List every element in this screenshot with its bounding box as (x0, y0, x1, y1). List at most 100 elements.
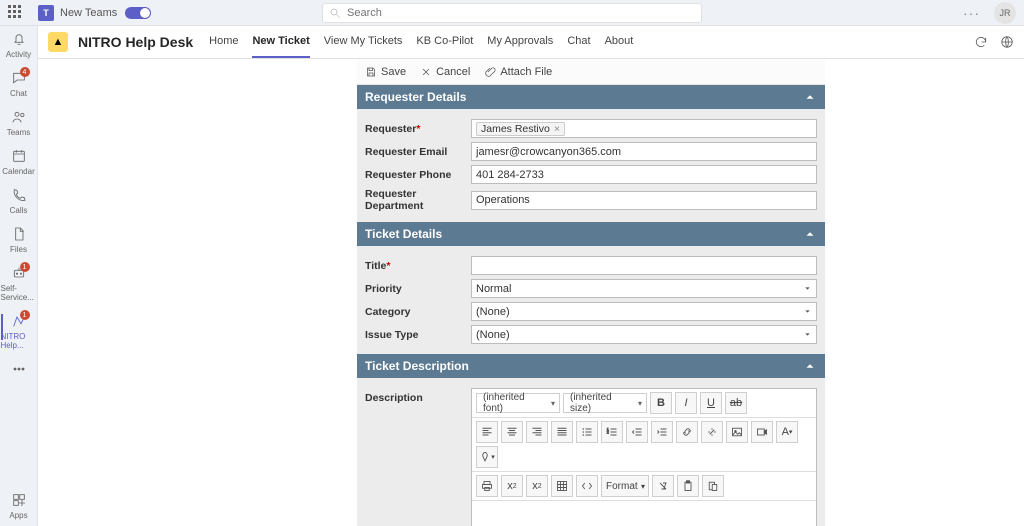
tab-about[interactable]: About (605, 26, 634, 58)
ellipsis-icon (10, 360, 28, 378)
rte-align-left[interactable] (476, 421, 498, 443)
issue-type-select[interactable]: (None) (471, 325, 817, 344)
chevron-up-icon (803, 359, 817, 373)
tab-approvals[interactable]: My Approvals (487, 26, 553, 58)
rte-numbered-list[interactable]: 12 (601, 421, 623, 443)
requester-field[interactable]: James Restivo× (471, 119, 817, 138)
cancel-button[interactable]: Cancel (420, 66, 470, 78)
requester-phone-field[interactable] (471, 165, 817, 184)
chevron-down-icon (803, 284, 812, 293)
bot-icon: 1 (10, 264, 28, 282)
rail-apps[interactable]: Apps (1, 491, 37, 520)
rte-code[interactable] (576, 475, 598, 497)
refresh-icon[interactable] (974, 35, 988, 49)
rte-outdent[interactable] (626, 421, 648, 443)
label-priority: Priority (365, 283, 471, 295)
chevron-up-icon (803, 227, 817, 241)
app-header: ▲ NITRO Help Desk Home New Ticket View M… (38, 26, 1024, 59)
more-icon[interactable]: ··· (963, 5, 980, 21)
phone-icon (10, 186, 28, 204)
search-input[interactable] (347, 7, 695, 19)
title-field[interactable] (471, 256, 817, 275)
rail-calendar[interactable]: Calendar (1, 147, 37, 176)
rte-table[interactable] (551, 475, 573, 497)
app-tabs: Home New Ticket View My Tickets KB Co-Pi… (209, 26, 633, 58)
rte-font-select[interactable]: (inherited font) (476, 393, 560, 413)
app-title: NITRO Help Desk (78, 34, 193, 50)
form-actionbar: Save Cancel Attach File (357, 59, 825, 85)
globe-icon[interactable] (1000, 35, 1014, 49)
new-teams-label: New Teams (60, 7, 117, 19)
requester-chip[interactable]: James Restivo× (476, 122, 565, 136)
requester-email-field[interactable] (471, 142, 817, 161)
svg-text:2: 2 (607, 431, 609, 435)
rail-more[interactable] (1, 360, 37, 378)
people-icon (10, 108, 28, 126)
requester-dept-field[interactable] (471, 191, 817, 210)
tab-view-tickets[interactable]: View My Tickets (324, 26, 403, 58)
rail-nitro-help[interactable]: 1 NITRO Help... (1, 312, 37, 350)
rte-image[interactable] (726, 421, 748, 443)
rte-font-color[interactable]: A▾ (776, 421, 798, 443)
chevron-up-icon (803, 90, 817, 104)
rte-superscript[interactable]: x2 (526, 475, 548, 497)
label-requester-email: Requester Email (365, 146, 471, 158)
rte-bold[interactable]: B (650, 392, 672, 414)
save-button[interactable]: Save (365, 66, 406, 78)
label-requester-dept: Requester Department (365, 188, 471, 212)
rte-link[interactable] (676, 421, 698, 443)
tab-chat[interactable]: Chat (567, 26, 590, 58)
attach-file-button[interactable]: Attach File (484, 66, 552, 78)
tab-kb-copilot[interactable]: KB Co-Pilot (416, 26, 473, 58)
rte-strike[interactable]: ab (725, 392, 747, 414)
rte-clear-format[interactable] (652, 475, 674, 497)
chevron-down-icon (803, 307, 812, 316)
rte-bullet-list[interactable] (576, 421, 598, 443)
label-issue-type: Issue Type (365, 329, 471, 341)
calendar-icon (10, 147, 28, 165)
rte-video[interactable] (751, 421, 773, 443)
ticket-form: Save Cancel Attach File Requester Detail… (357, 59, 825, 526)
chevron-down-icon (803, 330, 812, 339)
rail-calls[interactable]: Calls (1, 186, 37, 215)
file-icon (10, 225, 28, 243)
rte-align-justify[interactable] (551, 421, 573, 443)
section-ticket-description[interactable]: Ticket Description (357, 354, 825, 378)
rte-paste-plain[interactable] (702, 475, 724, 497)
rte-underline[interactable]: U (700, 392, 722, 414)
app-rail: Activity 4 Chat Teams Calendar Calls Fil… (0, 26, 38, 526)
rail-selfservice[interactable]: 1 Self-Service... (1, 264, 37, 302)
rte-italic[interactable]: I (675, 392, 697, 414)
tab-home[interactable]: Home (209, 26, 238, 58)
rail-teams[interactable]: Teams (1, 108, 37, 137)
rte-format-select[interactable]: Format (601, 475, 649, 497)
section-requester-details[interactable]: Requester Details (357, 85, 825, 109)
rte-print[interactable] (476, 475, 498, 497)
new-teams-toggle[interactable] (125, 7, 151, 19)
rail-activity[interactable]: Activity (1, 30, 37, 59)
bell-icon (10, 30, 28, 48)
rail-files[interactable]: Files (1, 225, 37, 254)
app-launcher-icon[interactable] (8, 5, 24, 21)
tab-new-ticket[interactable]: New Ticket (252, 26, 309, 58)
rte-indent[interactable] (651, 421, 673, 443)
rte-highlight[interactable]: ▾ (476, 446, 498, 468)
teams-logo-icon: T (38, 5, 54, 21)
rail-chat[interactable]: 4 Chat (1, 69, 37, 98)
chat-icon: 4 (10, 69, 28, 87)
search-icon (329, 7, 341, 19)
rte-align-center[interactable] (501, 421, 523, 443)
rte-unlink[interactable] (701, 421, 723, 443)
label-category: Category (365, 306, 471, 318)
nitro-icon: 1 (10, 312, 28, 330)
category-select[interactable]: (None) (471, 302, 817, 321)
description-textarea[interactable] (472, 501, 816, 526)
rte-subscript[interactable]: x2 (501, 475, 523, 497)
avatar[interactable]: JR (994, 2, 1016, 24)
priority-select[interactable]: Normal (471, 279, 817, 298)
rte-paste[interactable] (677, 475, 699, 497)
rte-align-right[interactable] (526, 421, 548, 443)
section-ticket-details[interactable]: Ticket Details (357, 222, 825, 246)
global-search[interactable] (322, 3, 702, 23)
rte-size-select[interactable]: (inherited size) (563, 393, 647, 413)
